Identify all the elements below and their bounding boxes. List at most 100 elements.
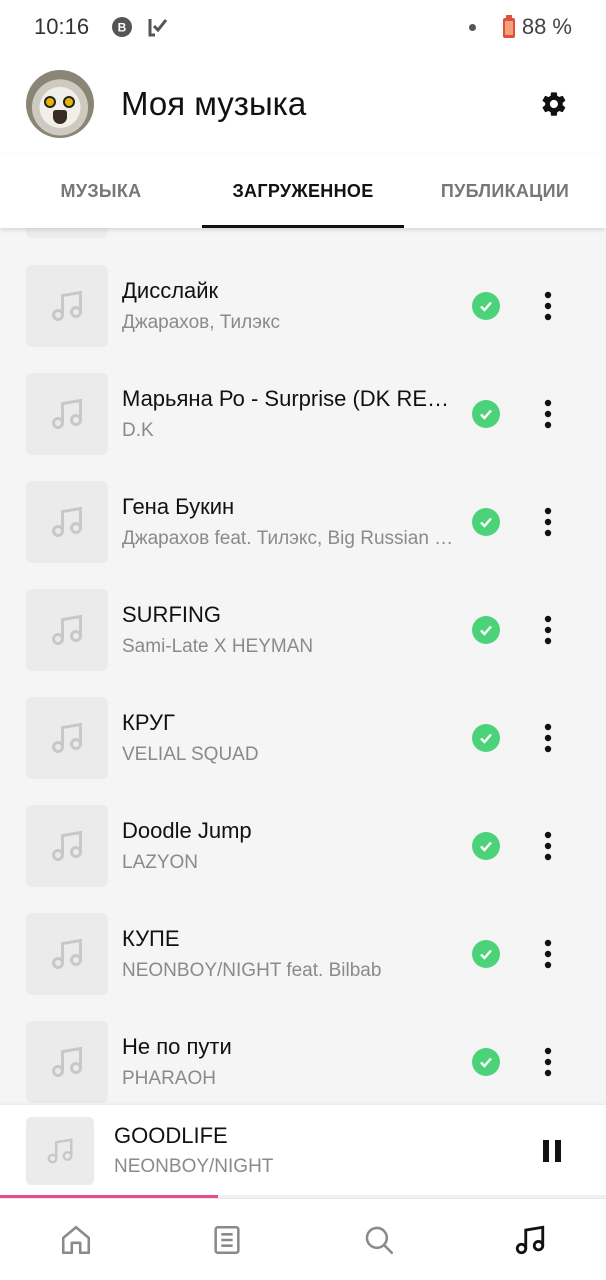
music-note-icon bbox=[52, 938, 82, 969]
track-artist: PHARAOH bbox=[122, 1067, 216, 1089]
downloaded-check-icon bbox=[472, 724, 500, 752]
app-header: Моя музыка bbox=[0, 54, 606, 154]
track-meta: Не по пути PHARAOH bbox=[122, 1032, 458, 1093]
page-title: Моя музыка bbox=[121, 85, 307, 122]
music-note-icon bbox=[47, 1138, 73, 1164]
track-row[interactable]: Не по пути PHARAOH bbox=[0, 1008, 606, 1105]
pause-icon bbox=[543, 1140, 561, 1162]
track-artist: Джарахов, Тилэкс bbox=[122, 311, 280, 333]
track-cover bbox=[26, 697, 108, 779]
more-vertical-icon bbox=[544, 291, 552, 321]
track-title: Doodle Jump bbox=[122, 817, 252, 843]
track-meta: Марьяна Ро - Surprise (DK REMIX) D.K bbox=[122, 384, 458, 445]
status-time: 10:16 bbox=[34, 14, 90, 39]
now-playing-title: GOODLIFE bbox=[114, 1123, 228, 1148]
music-note-icon bbox=[52, 722, 82, 753]
partial-track-cover bbox=[26, 228, 108, 238]
downloaded-check-icon bbox=[472, 400, 500, 428]
music-note-icon bbox=[52, 1046, 82, 1077]
home-icon bbox=[61, 1225, 90, 1255]
more-vertical-icon bbox=[544, 723, 552, 753]
music-note-icon bbox=[52, 506, 82, 537]
bottom-nav bbox=[0, 1198, 606, 1280]
nav-search[interactable] bbox=[303, 1199, 455, 1280]
track-title: Дисслайк bbox=[122, 277, 219, 303]
downloaded-check-icon bbox=[472, 616, 500, 644]
track-list[interactable]: Дисслайк Джарахов, Тилэкс Марьяна Ро - S… bbox=[0, 228, 606, 1105]
status-bar: 10:16 B 88 % bbox=[0, 0, 606, 54]
music-note-icon bbox=[52, 290, 82, 321]
track-title: SURFING bbox=[122, 601, 221, 627]
more-options-button[interactable] bbox=[528, 394, 568, 434]
more-options-button[interactable] bbox=[528, 718, 568, 758]
track-meta: КРУГ VELIAL SQUAD bbox=[122, 708, 458, 769]
more-vertical-icon bbox=[544, 507, 552, 537]
track-meta: SURFING Sami-Late X HEYMAN bbox=[122, 600, 458, 661]
more-options-button[interactable] bbox=[528, 610, 568, 650]
nav-music[interactable] bbox=[455, 1199, 606, 1280]
downloaded-check-icon bbox=[472, 940, 500, 968]
track-title: Марьяна Ро - Surprise (DK REMIX) bbox=[122, 385, 458, 411]
tab-publications[interactable]: ПУБЛИКАЦИИ bbox=[404, 154, 606, 228]
screen: 10:16 B 88 % Моя музыка МУЗЫКА ЗАГРУЖЕНН… bbox=[0, 0, 606, 1280]
more-vertical-icon bbox=[544, 831, 552, 861]
more-options-button[interactable] bbox=[528, 502, 568, 542]
checklist-notification-icon bbox=[147, 16, 169, 38]
svg-text:B: B bbox=[118, 21, 127, 35]
track-cover bbox=[26, 913, 108, 995]
downloaded-check-icon bbox=[472, 1048, 500, 1076]
more-options-button[interactable] bbox=[528, 934, 568, 974]
track-meta: Гена Букин Джарахов feat. Тилэкс, Big Ru… bbox=[122, 492, 458, 553]
track-meta: КУПЕ NEONBOY/NIGHT feat. Bilbab bbox=[122, 924, 458, 985]
tab-downloaded[interactable]: ЗАГРУЖЕННОЕ bbox=[202, 154, 404, 228]
more-options-button[interactable] bbox=[528, 286, 568, 326]
track-cover bbox=[26, 481, 108, 563]
track-meta: Дисслайк Джарахов, Тилэкс bbox=[122, 276, 458, 337]
avatar[interactable] bbox=[26, 70, 94, 138]
track-cover bbox=[26, 805, 108, 887]
track-title: Не по пути bbox=[122, 1033, 232, 1059]
music-note-icon bbox=[52, 398, 82, 429]
notification-dot-icon bbox=[468, 23, 476, 31]
more-vertical-icon bbox=[544, 939, 552, 969]
track-row[interactable]: Дисслайк Джарахов, Тилэкс bbox=[0, 252, 606, 360]
track-row[interactable]: КУПЕ NEONBOY/NIGHT feat. Bilbab bbox=[0, 900, 606, 1008]
track-row[interactable]: SURFING Sami-Late X HEYMAN bbox=[0, 576, 606, 684]
track-cover bbox=[26, 265, 108, 347]
track-row[interactable]: КРУГ VELIAL SQUAD bbox=[0, 684, 606, 792]
track-title: Гена Букин bbox=[122, 493, 235, 519]
tab-music[interactable]: МУЗЫКА bbox=[0, 154, 202, 228]
mini-player[interactable]: GOODLIFE NEONBOY/NIGHT bbox=[0, 1105, 606, 1197]
track-cover bbox=[26, 1021, 108, 1103]
pause-button[interactable] bbox=[530, 1129, 574, 1173]
downloaded-check-icon bbox=[472, 292, 500, 320]
track-artist: Sami-Late X HEYMAN bbox=[122, 635, 314, 657]
nav-feed[interactable] bbox=[152, 1199, 304, 1280]
more-options-button[interactable] bbox=[528, 1042, 568, 1082]
nav-home[interactable] bbox=[0, 1199, 152, 1280]
track-meta: Doodle Jump LAZYON bbox=[122, 816, 458, 877]
track-row[interactable]: Doodle Jump LAZYON bbox=[0, 792, 606, 900]
more-vertical-icon bbox=[544, 1047, 552, 1077]
more-vertical-icon bbox=[544, 399, 552, 429]
more-vertical-icon bbox=[544, 615, 552, 645]
track-row[interactable]: Марьяна Ро - Surprise (DK REMIX) D.K bbox=[0, 360, 606, 468]
track-title: КУПЕ bbox=[122, 925, 180, 951]
mini-player-meta: GOODLIFE NEONBOY/NIGHT bbox=[114, 1121, 530, 1181]
more-options-button[interactable] bbox=[528, 826, 568, 866]
downloaded-check-icon bbox=[472, 832, 500, 860]
downloaded-check-icon bbox=[472, 508, 500, 536]
settings-button[interactable] bbox=[534, 84, 574, 124]
feed-icon bbox=[214, 1225, 240, 1255]
track-artist: Джарахов feat. Тилэкс, Big Russian Boss bbox=[122, 527, 458, 549]
track-row[interactable]: Гена Букин Джарахов feat. Тилэкс, Big Ru… bbox=[0, 468, 606, 576]
tab-bar: МУЗЫКА ЗАГРУЖЕННОЕ ПУБЛИКАЦИИ bbox=[0, 154, 606, 228]
track-artist: D.K bbox=[122, 419, 154, 441]
track-artist: LAZYON bbox=[122, 851, 199, 873]
track-title: КРУГ bbox=[122, 709, 175, 735]
gear-icon bbox=[542, 92, 566, 116]
track-cover bbox=[26, 589, 108, 671]
music-note-icon bbox=[52, 614, 82, 645]
track-artist: NEONBOY/NIGHT feat. Bilbab bbox=[122, 959, 382, 981]
now-playing-artist: NEONBOY/NIGHT bbox=[114, 1156, 274, 1177]
